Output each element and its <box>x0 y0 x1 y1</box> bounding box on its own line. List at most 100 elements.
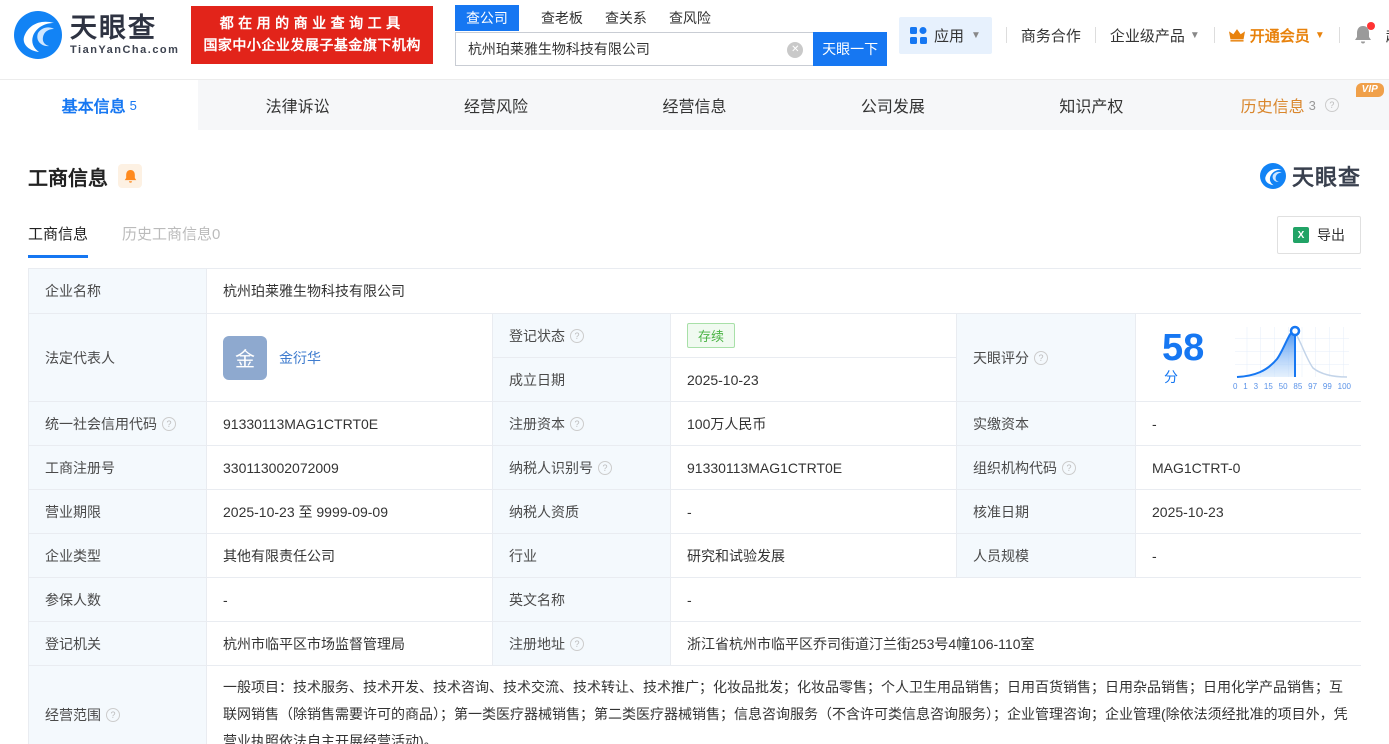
field-value-approval-date: 2025-10-23 <box>1136 490 1367 533</box>
field-label-registration-authority: 登记机关 <box>29 622 206 665</box>
promo-banner[interactable]: 都在用的商业查询工具 国家中小企业发展子基金旗下机构 <box>191 6 433 64</box>
divider <box>1094 27 1096 43</box>
help-icon[interactable] <box>1034 350 1048 365</box>
field-value-establish-date: 2025-10-23 <box>671 358 956 401</box>
field-value-organization-code: MAG1CTRT-0 <box>1136 446 1367 489</box>
field-label-registration-number: 工商注册号 <box>29 446 206 489</box>
help-icon[interactable] <box>570 636 584 651</box>
field-value-legal-representative: 金 金衍华 <box>207 314 492 401</box>
help-icon[interactable] <box>162 416 176 431</box>
tianyancha-logo-icon <box>1259 163 1286 189</box>
field-label-credit-code: 统一社会信用代码 <box>29 402 206 445</box>
help-icon[interactable] <box>598 460 612 475</box>
field-value-company-name: 杭州珀莱雅生物科技有限公司 <box>207 269 1367 313</box>
field-value-company-type: 其他有限责任公司 <box>207 534 492 577</box>
tab-basic-info[interactable]: 基本信息 5 <box>0 80 199 130</box>
tianyancha-watermark: 天眼查 <box>1259 160 1361 192</box>
help-icon[interactable] <box>570 328 584 343</box>
section-title: 工商信息 <box>28 167 108 190</box>
field-label-english-name: 英文名称 <box>493 578 670 621</box>
score-axis-labels: 0 1 3 15 50 85 97 99 100 <box>1233 381 1351 391</box>
search-input[interactable] <box>455 32 814 65</box>
field-value-industry: 研究和试验发展 <box>671 534 956 577</box>
search-box <box>454 31 814 66</box>
vip-badge: VIP <box>1355 83 1384 97</box>
clear-search-icon[interactable] <box>787 41 804 58</box>
business-registration-section: 工商信息 天眼查 工商信息 历史工商信息0 导出 企业名称 <box>0 160 1389 744</box>
divider <box>1005 27 1007 43</box>
field-label-approval-date: 核准日期 <box>957 490 1135 533</box>
chevron-down-icon <box>971 30 981 41</box>
top-menu: 应用 商务合作 企业级产品 开通会员 超级... <box>898 16 1389 54</box>
field-value-registered-address: 浙江省杭州市临平区乔司街道汀兰街253号4幢106-110室 <box>671 622 1367 665</box>
score-unit: 分 <box>1164 368 1178 385</box>
search-tab-relation[interactable]: 查关系 <box>605 5 647 31</box>
field-value-english-name: - <box>671 578 1367 621</box>
divider <box>1213 27 1215 43</box>
tab-company-development[interactable]: 公司发展 <box>794 80 992 130</box>
export-button[interactable]: 导出 <box>1277 216 1361 254</box>
avatar[interactable]: 金 <box>223 335 267 380</box>
help-icon[interactable] <box>570 416 584 431</box>
tab-business-info[interactable]: 经营信息 <box>595 80 793 130</box>
search-area: 查公司 查老板 查关系 查风险 天眼一下 <box>454 4 887 66</box>
field-label-taxpayer-qualification: 纳税人资质 <box>493 490 670 533</box>
search-tab-boss[interactable]: 查老板 <box>541 5 583 31</box>
field-label-company-type: 企业类型 <box>29 534 206 577</box>
help-icon[interactable] <box>1324 98 1339 112</box>
field-label-registered-capital: 注册资本 <box>493 402 670 445</box>
company-nav: 基本信息 5 法律诉讼 经营风险 经营信息 公司发展 知识产权 VIP 历史信息… <box>0 79 1389 130</box>
field-label-legal-representative: 法定代表人 <box>29 314 206 401</box>
field-label-company-name: 企业名称 <box>29 269 206 313</box>
menu-enterprise-products[interactable]: 企业级产品 <box>1110 25 1200 46</box>
field-value-registration-authority: 杭州市临平区市场监督管理局 <box>207 622 492 665</box>
tab-count: 3 <box>1308 97 1316 113</box>
field-label-organization-code: 组织机构代码 <box>957 446 1135 489</box>
notification-bell-icon[interactable] <box>1354 22 1375 45</box>
field-value-paid-capital: - <box>1136 402 1367 445</box>
brand-domain: TianYanCha.com <box>70 43 180 56</box>
tab-operational-risk[interactable]: 经营风险 <box>397 80 595 130</box>
field-value-staff-size: - <box>1136 534 1367 577</box>
subtab-history-business-info[interactable]: 历史工商信息0 <box>122 223 220 258</box>
tab-history-info[interactable]: VIP 历史信息 3 <box>1191 80 1389 130</box>
search-tab-risk[interactable]: 查风险 <box>669 5 711 31</box>
subscribe-bell-icon[interactable] <box>118 164 142 188</box>
apps-menu[interactable]: 应用 <box>898 16 992 54</box>
field-label-registration-status: 登记状态 <box>493 314 670 357</box>
tianyancha-logo[interactable]: 天眼查 TianYanCha.com <box>14 11 179 59</box>
divider <box>1338 27 1340 43</box>
field-value-business-scope: 一般项目：技术服务、技术开发、技术咨询、技术交流、技术转让、技术推广；化妆品批发… <box>207 666 1367 744</box>
tab-intellectual-property[interactable]: 知识产权 <box>992 80 1190 130</box>
tianyancha-logo-icon <box>14 11 62 59</box>
apps-grid-icon <box>909 26 927 44</box>
field-label-paid-capital: 实缴资本 <box>957 402 1135 445</box>
chevron-down-icon <box>1190 30 1200 41</box>
search-tab-company[interactable]: 查公司 <box>454 4 519 31</box>
menu-business-cooperation[interactable]: 商务合作 <box>1021 25 1081 46</box>
promo-line-1: 都在用的商业查询工具 <box>219 15 405 32</box>
chevron-down-icon <box>1315 30 1325 41</box>
field-label-staff-size: 人员规模 <box>957 534 1135 577</box>
help-icon[interactable] <box>106 707 120 722</box>
subtab-business-info[interactable]: 工商信息 <box>28 223 89 258</box>
field-value-taxpayer-id: 91330113MAG1CTRT0E <box>671 446 956 489</box>
tab-legal-litigation[interactable]: 法律诉讼 <box>198 80 396 130</box>
search-tabs: 查公司 查老板 查关系 查风险 <box>454 4 887 31</box>
field-label-taxpayer-id: 纳税人识别号 <box>493 446 670 489</box>
brand-name: 天眼查 <box>70 12 157 43</box>
field-label-registered-address: 注册地址 <box>493 622 670 665</box>
menu-open-vip[interactable]: 开通会员 <box>1228 25 1325 46</box>
field-label-insured-count: 参保人数 <box>29 578 206 621</box>
field-value-taxpayer-qualification: - <box>671 490 956 533</box>
notification-dot <box>1366 22 1375 30</box>
help-icon[interactable] <box>1062 460 1076 475</box>
business-info-table: 企业名称 杭州珀莱雅生物科技有限公司 法定代表人 金 金衍华 登记状态 存续 成… <box>28 268 1367 744</box>
field-value-tianyan-score[interactable]: 58分 0 1 3 15 50 85 97 99 100 <box>1136 314 1367 401</box>
legal-representative-link[interactable]: 金衍华 <box>279 348 321 368</box>
field-label-business-term: 营业期限 <box>29 490 206 533</box>
field-value-registration-number: 330113002072009 <box>207 446 492 489</box>
top-header: 天眼查 TianYanCha.com 都在用的商业查询工具 国家中小企业发展子基… <box>0 0 1389 70</box>
promo-line-2: 国家中小企业发展子基金旗下机构 <box>203 37 421 53</box>
search-button[interactable]: 天眼一下 <box>813 31 887 66</box>
